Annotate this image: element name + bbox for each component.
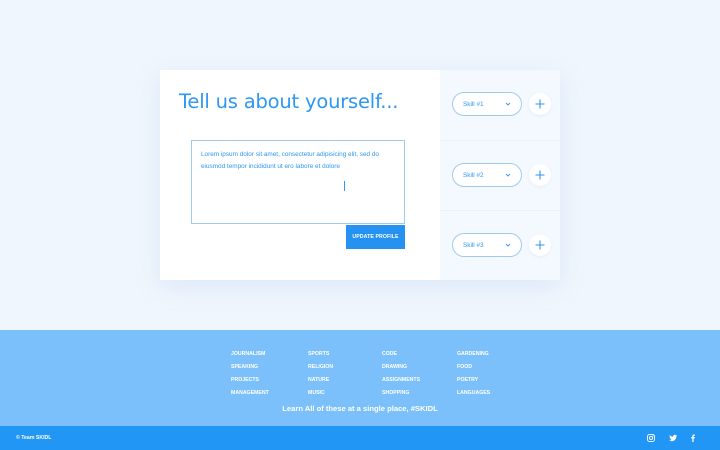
plus-icon — [535, 99, 545, 109]
profile-panel: Tell us about yourself... Lorem ipsum do… — [160, 70, 440, 280]
add-skill-button[interactable] — [529, 164, 551, 186]
skill-select-1[interactable]: Skill #1 — [452, 92, 522, 116]
category-link[interactable]: DRAWING — [382, 361, 420, 374]
category-link[interactable]: SPORTS — [308, 348, 333, 361]
skill-select-2[interactable]: Skill #2 — [452, 163, 522, 187]
category-column: JOURNALISM SPEAKING PROJECTS MANAGEMENT — [231, 348, 269, 400]
skill-row: Skill #1 — [440, 70, 560, 140]
footer: JOURNALISM SPEAKING PROJECTS MANAGEMENT … — [0, 330, 720, 426]
skill-select-3[interactable]: Skill #3 — [452, 233, 522, 257]
copyright-text: © Team SKIDL — [16, 435, 52, 441]
add-skill-button[interactable] — [529, 234, 551, 256]
chevron-down-icon — [505, 173, 511, 177]
category-column: SPORTS RELIGION NATURE MUSIC — [308, 348, 333, 400]
footer-tagline: Learn All of these at a single place, #S… — [282, 404, 438, 413]
chevron-down-icon — [505, 102, 511, 106]
update-profile-button[interactable]: UPDATE PROFILE — [346, 225, 405, 249]
category-link[interactable]: JOURNALISM — [231, 348, 269, 361]
category-link[interactable]: SPEAKING — [231, 361, 269, 374]
skill-row: Skill #2 — [440, 140, 560, 210]
category-link[interactable]: CODE — [382, 348, 420, 361]
category-column: CODE DRAWING ASSIGNMENTS SHOPPING — [382, 348, 420, 400]
skill-select-label: Skill #1 — [463, 100, 484, 108]
twitter-icon[interactable] — [668, 433, 678, 443]
plus-icon — [535, 170, 545, 180]
category-link[interactable]: PROJECTS — [231, 374, 269, 387]
bio-textarea[interactable]: Lorem ipsum dolor sit amet, consectetur … — [191, 140, 405, 224]
skill-select-label: Skill #2 — [463, 171, 484, 179]
instagram-icon[interactable] — [646, 433, 656, 443]
profile-card: Tell us about yourself... Lorem ipsum do… — [160, 70, 560, 280]
skill-select-label: Skill #3 — [463, 241, 484, 249]
category-column: GARDENING FOOD POETRY LANGUAGES — [457, 348, 490, 400]
category-link[interactable]: LANGUAGES — [457, 387, 490, 400]
skill-row: Skill #3 — [440, 210, 560, 280]
category-link[interactable]: FOOD — [457, 361, 490, 374]
category-link[interactable]: RELIGION — [308, 361, 333, 374]
category-link[interactable]: POETRY — [457, 374, 490, 387]
facebook-icon[interactable] — [688, 433, 698, 443]
page-title: Tell us about yourself... — [179, 90, 399, 113]
category-link[interactable]: MANAGEMENT — [231, 387, 269, 400]
skills-panel: Skill #1 Skill #2 Skill #3 — [440, 70, 560, 280]
category-link[interactable]: MUSIC — [308, 387, 333, 400]
bottom-bar: © Team SKIDL — [0, 426, 720, 450]
text-cursor — [344, 181, 345, 191]
category-link[interactable]: GARDENING — [457, 348, 490, 361]
bio-text: Lorem ipsum dolor sit amet, consectetur … — [201, 151, 379, 170]
add-skill-button[interactable] — [529, 93, 551, 115]
category-link[interactable]: SHOPPING — [382, 387, 420, 400]
chevron-down-icon — [505, 243, 511, 247]
plus-icon — [535, 240, 545, 250]
category-link[interactable]: NATURE — [308, 374, 333, 387]
category-link[interactable]: ASSIGNMENTS — [382, 374, 420, 387]
